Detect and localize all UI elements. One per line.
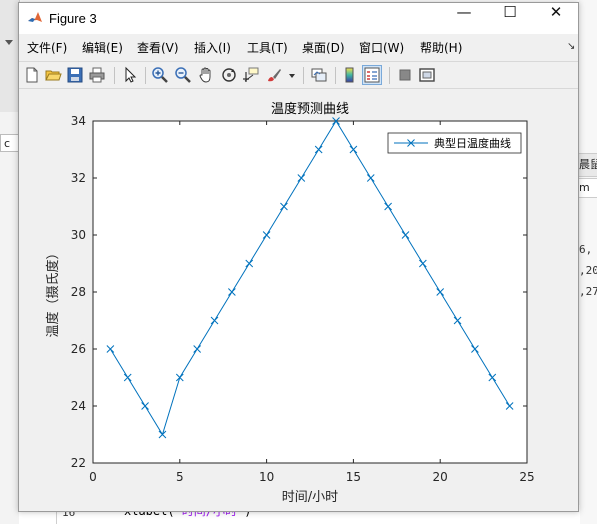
background-right-line: 6, [579,243,593,256]
menu-view[interactable]: 查看(V) [137,39,179,56]
window-title: Figure 3 [49,11,97,26]
x-tick-label: 20 [433,470,448,484]
zoom-in-icon[interactable] [151,66,169,84]
open-folder-icon[interactable] [44,66,62,84]
background-right-line: ,20 [579,264,597,277]
x-tick-label: 0 [89,470,97,484]
toolbar-separator [145,67,146,84]
menu-help[interactable]: 帮助(H) [420,39,462,56]
menu-window[interactable]: 窗口(W) [359,39,404,56]
background-toolstrip [0,0,20,112]
maximize-button[interactable]: ☐ [487,3,533,34]
y-tick-label: 32 [71,171,86,185]
figure-canvas[interactable]: 0 5 10 15 20 25 22 24 26 28 30 32 34 温度预测曲线 时间/小时 温度… [19,89,578,511]
background-right-tab[interactable]: 晨鼠 [579,153,597,177]
chevron-down-icon[interactable] [5,40,13,45]
colorbar-icon[interactable] [341,66,359,84]
toolbar-separator [303,67,304,84]
minimize-button[interactable]: — [441,3,487,34]
axes-box[interactable] [92,120,528,464]
y-tick-label: 34 [71,114,86,128]
legend-entry: 典型日温度曲线 [434,136,511,150]
plot-svg[interactable]: 0 5 10 15 20 25 22 24 26 28 30 32 34 温度预测曲线 时间/小时 温度… [19,89,578,511]
rotate-3d-icon[interactable] [220,66,238,84]
title-bar[interactable]: Figure 3 — ☐ ✕ [19,3,578,34]
menu-desktop[interactable]: 桌面(D) [302,39,345,56]
x-tick-label: 10 [259,470,274,484]
figure-window: Figure 3 — ☐ ✕ 文件(F) 编辑(E) 查看(V) 插入(I) 工… [18,2,579,512]
chart-title: 温度预测曲线 [271,101,349,117]
menu-overflow-icon[interactable]: ↘ [567,41,575,52]
toolbar-separator [389,67,390,84]
x-tick-label: 25 [519,470,534,484]
close-button[interactable]: ✕ [533,3,579,34]
show-plot-tools-icon[interactable] [418,66,436,84]
y-tick-label: 22 [71,456,86,470]
toolbar-separator [114,67,115,84]
new-figure-icon[interactable] [23,66,41,84]
print-icon[interactable] [88,66,106,84]
background-right-input[interactable]: m [579,178,597,198]
y-tick-label: 28 [71,285,86,299]
y-axis-label: 温度（摄氏度） [45,246,61,337]
y-tick-label: 30 [71,228,86,242]
legend[interactable]: 典型日温度曲线 [387,132,522,154]
matlab-logo-icon [27,10,43,26]
x-tick-label: 5 [176,470,184,484]
chevron-down-icon[interactable] [287,66,297,84]
menu-file[interactable]: 文件(F) [27,39,67,56]
hide-plot-tools-icon[interactable] [396,66,414,84]
x-tick-label: 15 [346,470,361,484]
y-tick-label: 26 [71,342,86,356]
figure-toolbar [19,61,578,89]
data-cursor-icon[interactable] [242,66,260,84]
legend-icon[interactable] [362,65,382,85]
menu-edit[interactable]: 编辑(E) [82,39,123,56]
toolbar-separator [335,67,336,84]
background-right-line: ,27 [579,285,597,298]
y-tick-label: 24 [71,399,86,413]
background-right-panel [579,0,597,524]
menu-tools[interactable]: 工具(T) [247,39,288,56]
x-axis-label: 时间/小时 [282,490,338,505]
pointer-icon[interactable] [121,66,139,84]
link-plot-icon[interactable] [310,66,328,84]
brush-icon[interactable] [265,66,283,84]
zoom-out-icon[interactable] [174,66,192,84]
menu-bar: 文件(F) 编辑(E) 查看(V) 插入(I) 工具(T) 桌面(D) 窗口(W… [19,36,578,58]
save-icon[interactable] [66,66,84,84]
pan-hand-icon[interactable] [197,66,215,84]
menu-insert[interactable]: 插入(I) [194,39,231,56]
